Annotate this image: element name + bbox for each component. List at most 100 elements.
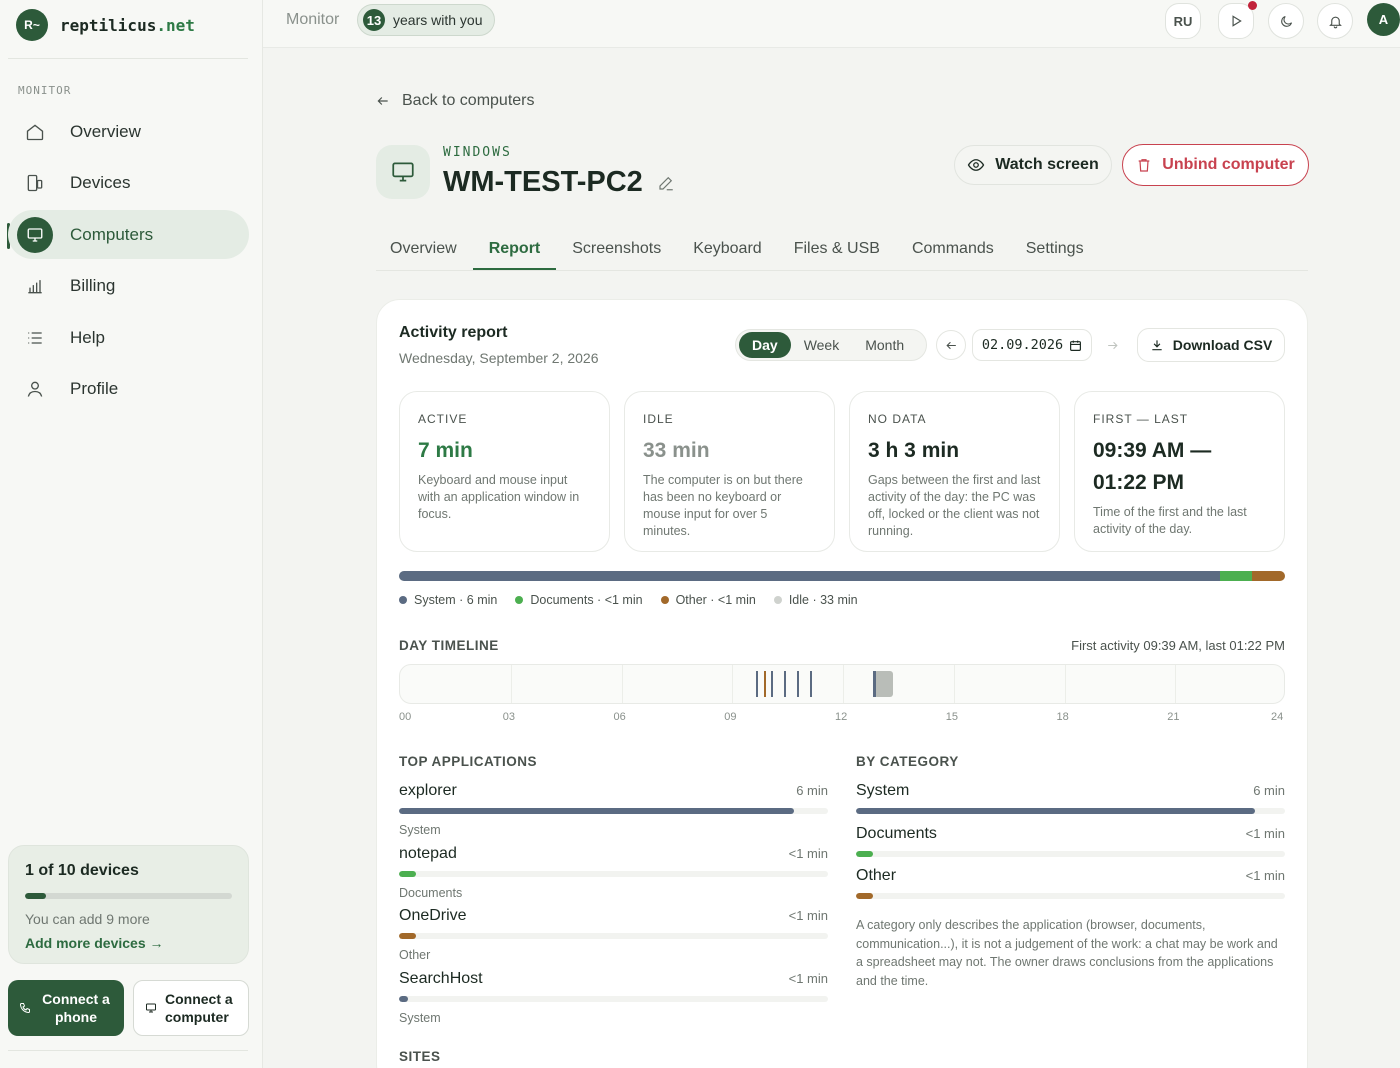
devices-quota-fill: [25, 893, 46, 899]
devices-quota-title: 1 of 10 devices: [25, 862, 139, 879]
next-date-button[interactable]: [1097, 330, 1127, 360]
category-head: Other <1 min: [856, 867, 1285, 885]
top-apps-title: TOP APPLICATIONS: [399, 754, 538, 769]
timeline-tick-label: 00: [399, 711, 412, 723]
sidebar-item-overview[interactable]: Overview: [8, 107, 249, 156]
os-label: WINDOWS: [443, 145, 512, 160]
usage-segment: [1252, 571, 1285, 581]
timeline-gridline: [843, 665, 844, 703]
sidebar-item-computers[interactable]: Computers: [8, 210, 249, 260]
download-csv-button[interactable]: Download CSV: [1137, 328, 1285, 362]
brand-logo[interactable]: R~ reptilicus.net: [16, 8, 195, 42]
language-button[interactable]: RU: [1165, 3, 1201, 39]
app-category: Other: [399, 948, 431, 962]
years-number: 13: [363, 9, 385, 31]
sidebar-item-devices[interactable]: Devices: [8, 159, 249, 208]
tabs-divider: [376, 270, 1308, 271]
sidebar-item-label: Computers: [70, 224, 154, 244]
category-row: Other <1 min: [856, 867, 1285, 899]
timeline-activity-mark: [796, 671, 799, 697]
download-icon: [1150, 338, 1164, 352]
timeline-tick-label: 18: [1056, 711, 1069, 723]
tab-files-usb[interactable]: Files & USB: [778, 228, 896, 270]
timeline-gridline: [732, 665, 734, 703]
app-usage-bar: [399, 996, 828, 1002]
edit-name-icon[interactable]: [657, 174, 675, 192]
timeline-gridline: [953, 665, 955, 703]
app-row: OneDrive <1 min Other: [399, 907, 828, 962]
trash-icon: [1136, 157, 1152, 173]
years-badge: 13 years with you: [357, 4, 496, 36]
stat-label: FIRST — LAST: [1093, 412, 1189, 426]
category-usage-fill: [856, 893, 874, 899]
eye-icon: [967, 156, 985, 174]
usage-segment: [1220, 571, 1253, 581]
brand-tld: .net: [156, 15, 195, 35]
notifications-button[interactable]: [1317, 3, 1353, 39]
app-category: System: [399, 1011, 441, 1025]
period-week[interactable]: Week: [791, 332, 853, 358]
avatar[interactable]: A: [1367, 3, 1400, 36]
category-head: Documents <1 min: [856, 825, 1285, 843]
breadcrumb[interactable]: Monitor: [286, 11, 339, 29]
app-row: notepad <1 min Documents: [399, 845, 828, 900]
back-to-computers-link[interactable]: Back to computers: [376, 92, 535, 110]
legend-label: Other · <1 min: [675, 593, 756, 607]
stat-description: Keyboard and mouse input with an applica…: [418, 473, 580, 521]
computer-icon: [376, 145, 430, 199]
app-row: SearchHost <1 min System: [399, 970, 828, 1025]
topbar: Monitor 13 years with you RU A: [263, 0, 1400, 48]
sidebar-item-billing[interactable]: Billing: [8, 262, 249, 311]
period-day[interactable]: Day: [739, 332, 791, 358]
legend-dot: [773, 596, 782, 604]
tab-report[interactable]: Report: [472, 228, 557, 270]
period-month[interactable]: Month: [852, 332, 917, 358]
monitor-icon: [17, 216, 53, 253]
theme-toggle-button[interactable]: [1268, 3, 1304, 39]
stat-no-data: NO DATA 3 h 3 min Gaps between the first…: [849, 391, 1060, 552]
app-name: explorer: [399, 782, 457, 799]
previous-date-button[interactable]: [936, 330, 966, 360]
legend-idle: Idle · 33 min: [773, 593, 858, 607]
connect-computer-button[interactable]: Connect a computer: [133, 980, 249, 1036]
arrow-left-icon: [945, 339, 958, 352]
app-name: notepad: [399, 845, 457, 862]
date-input[interactable]: 02.09.2026: [972, 329, 1092, 361]
app-usage-bar: [399, 871, 828, 877]
day-timeline: [399, 664, 1285, 704]
tab-keyboard[interactable]: Keyboard: [677, 228, 778, 270]
connect-phone-button[interactable]: Connect a phone: [8, 980, 124, 1036]
tab-overview[interactable]: Overview: [374, 228, 473, 270]
computer-title: WM-TEST-PC2: [443, 166, 675, 199]
add-devices-link[interactable]: Add more devices →: [25, 935, 232, 951]
app-time: <1 min: [788, 846, 828, 861]
sidebar-item-profile[interactable]: Profile: [8, 365, 249, 414]
timeline-note: First activity 09:39 AM, last 01:22 PM: [1071, 638, 1285, 653]
tab-settings[interactable]: Settings: [1010, 228, 1100, 270]
category-note: A category only describes the applicatio…: [856, 918, 1278, 988]
app-name: SearchHost: [399, 970, 483, 987]
notification-dot: [1248, 1, 1257, 10]
unbind-computer-button[interactable]: Unbind computer: [1122, 144, 1309, 186]
connect-phone-label: Connect a phone: [42, 991, 110, 1025]
stat-label: NO DATA: [868, 412, 927, 426]
app-head: OneDrive <1 min: [399, 907, 828, 925]
legend-other: Other · <1 min: [660, 593, 756, 607]
back-label: Back to computers: [402, 92, 535, 109]
tab-screenshots[interactable]: Screenshots: [556, 228, 677, 270]
timeline-gridline: [1064, 665, 1066, 703]
stat-label: ACTIVE: [418, 412, 468, 426]
timeline-activity-mark: [771, 671, 773, 697]
sidebar-item-help[interactable]: Help: [8, 313, 249, 362]
bell-icon: [1328, 14, 1343, 29]
category-name: System: [856, 782, 910, 799]
stat-value-last: 01:22 PM: [1093, 471, 1185, 494]
stat-label: IDLE: [643, 412, 674, 426]
play-button[interactable]: [1218, 1, 1257, 39]
legend-label: System · 6 min: [414, 593, 498, 607]
tab-commands[interactable]: Commands: [896, 228, 1010, 270]
stat-value: 33 min: [643, 439, 710, 462]
language-label: RU: [1173, 13, 1193, 29]
watch-screen-button[interactable]: Watch screen: [954, 145, 1112, 185]
app-usage-fill: [399, 871, 417, 877]
